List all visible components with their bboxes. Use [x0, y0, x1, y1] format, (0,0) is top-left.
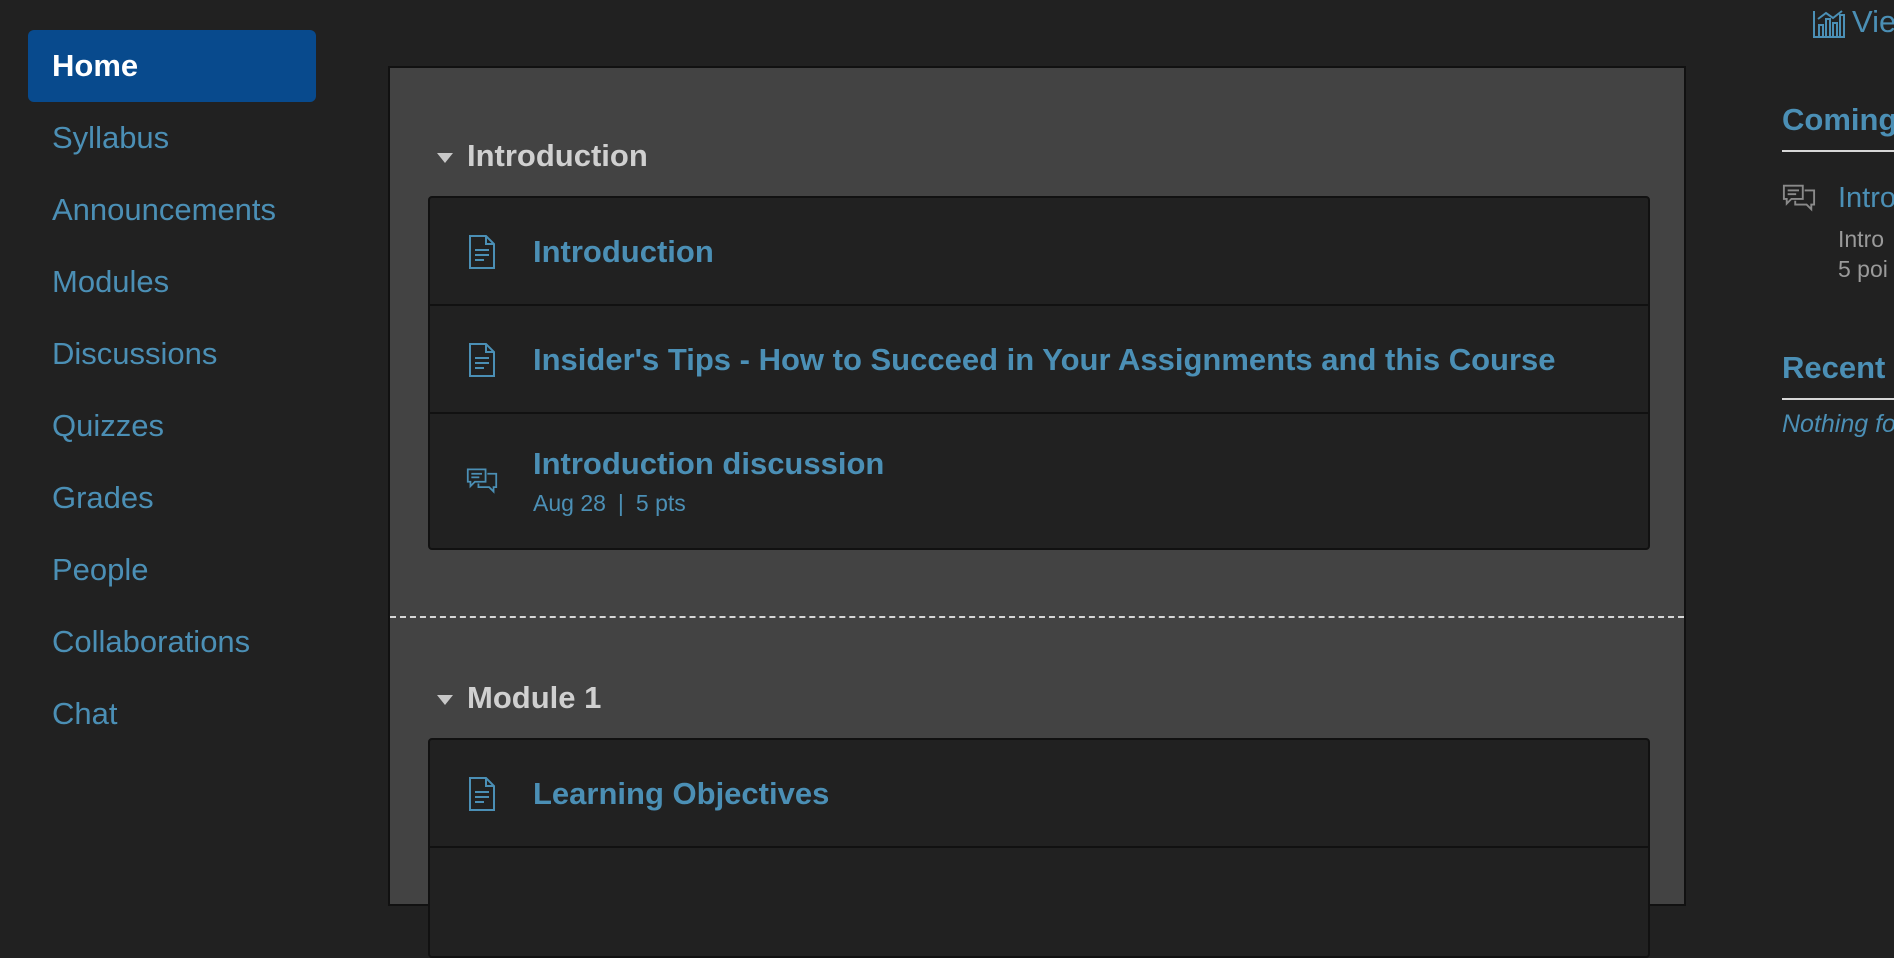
nav-item-quizzes[interactable]: Quizzes [28, 390, 316, 462]
right-sidebar: Vie Coming Intro Intro 5 poi Recent I No… [1780, 0, 1894, 894]
module-item[interactable]: Learning Objectives [430, 740, 1648, 848]
module-item-title[interactable]: Introduction [533, 198, 714, 306]
upcoming-item-context: Intro [1838, 226, 1885, 252]
due-date: Aug 28 [533, 490, 606, 516]
nav-item-people[interactable]: People [28, 534, 316, 606]
module-items: Learning Objectives [428, 738, 1650, 958]
page-icon [469, 343, 495, 377]
modules-panel: Introduction Introduction Insider's Tips… [388, 66, 1686, 958]
nav-item-collaborations[interactable]: Collaborations [28, 606, 316, 678]
module-header[interactable]: Introduction [390, 116, 1684, 196]
nav-item-announcements[interactable]: Announcements [28, 174, 316, 246]
module-header[interactable]: Module 1 [390, 658, 1684, 738]
caret-down-icon[interactable] [437, 695, 453, 705]
module-item[interactable]: Introduction [430, 198, 1648, 306]
module-items: Introduction Insider's Tips - How to Suc… [428, 196, 1650, 550]
points: 5 pts [635, 490, 686, 516]
nav-item-modules[interactable]: Modules [28, 246, 316, 318]
module-item[interactable]: Introduction discussion Aug 28 | 5 pts [430, 414, 1648, 548]
recent-feedback-heading: Recent I [1782, 350, 1894, 400]
caret-down-icon[interactable] [437, 153, 453, 163]
nav-item-discussions[interactable]: Discussions [28, 318, 316, 390]
module-item-meta: Aug 28 | 5 pts [533, 490, 686, 517]
analytics-icon [1813, 10, 1845, 38]
module-module-1: Module 1 Learning Objectives [390, 618, 1684, 958]
page-icon [469, 235, 495, 269]
coming-up-heading: Coming [1782, 102, 1894, 152]
discussion-icon [1782, 184, 1816, 212]
nav-item-home[interactable]: Home [28, 30, 316, 102]
meta-separator: | [617, 490, 624, 516]
view-link-label: Vie [1852, 4, 1894, 39]
upcoming-item-link[interactable]: Intro [1838, 182, 1894, 215]
nav-item-syllabus[interactable]: Syllabus [28, 102, 316, 174]
module-item[interactable]: Insider's Tips - How to Succeed in Your … [430, 306, 1648, 414]
module-item-title[interactable]: Learning Objectives [533, 740, 829, 848]
upcoming-item-points: 5 poi [1838, 256, 1888, 282]
nav-item-grades[interactable]: Grades [28, 462, 316, 534]
module-item-title[interactable]: Introduction discussion [533, 444, 884, 484]
module-item[interactable] [430, 848, 1648, 956]
recent-feedback-empty: Nothing fo [1782, 410, 1894, 438]
discussion-icon [466, 468, 498, 494]
module-item-title[interactable]: Insider's Tips - How to Succeed in Your … [533, 306, 1556, 414]
module-introduction: Introduction Introduction Insider's Tips… [390, 68, 1684, 618]
module-title: Introduction [467, 138, 648, 173]
nav-item-chat[interactable]: Chat [28, 678, 316, 750]
module-title: Module 1 [467, 680, 602, 715]
view-course-stream-link[interactable]: Vie [1812, 4, 1894, 40]
page-icon [469, 777, 495, 811]
course-navigation: Home Syllabus Announcements Modules Disc… [28, 30, 316, 750]
